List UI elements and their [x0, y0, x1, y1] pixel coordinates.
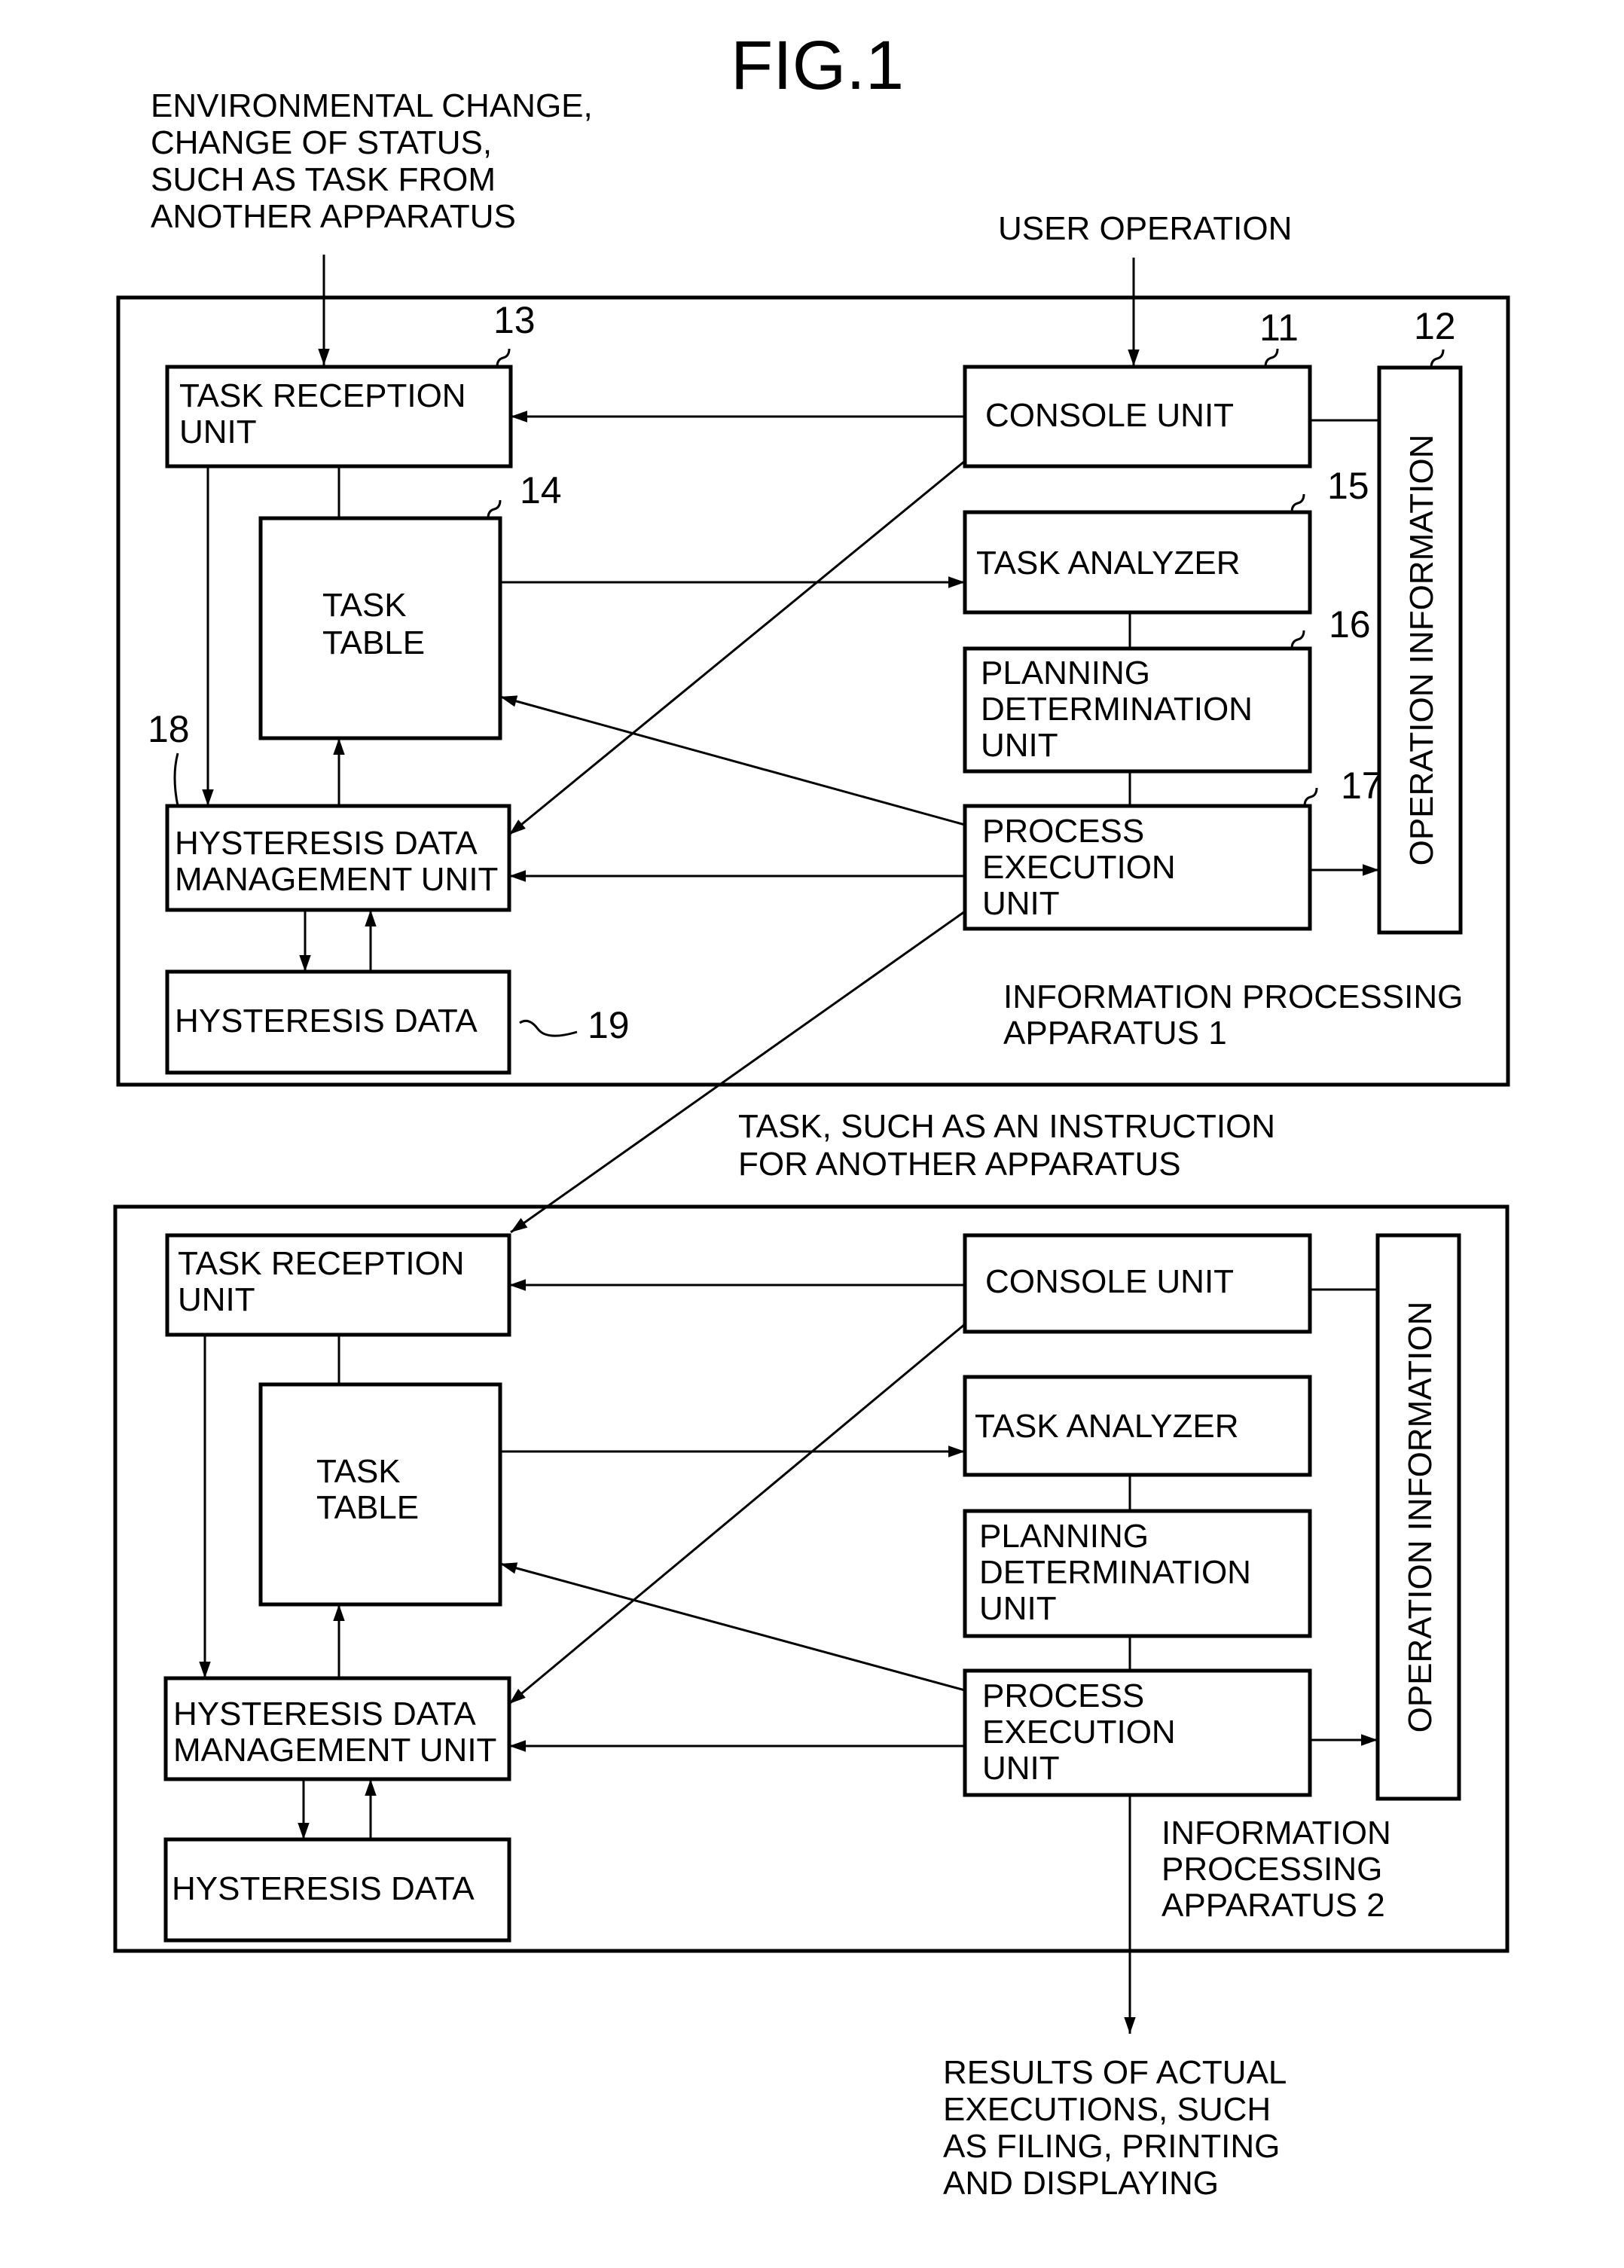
apparatus-1-name-line2: APPARATUS 1: [1003, 1015, 1227, 1052]
process-exec-2-line1: PROCESS: [982, 1677, 1144, 1714]
results-line-4: AND DISPLAYING: [943, 2165, 1219, 2202]
env-line-4: ANOTHER APPARATUS: [151, 198, 516, 235]
task-table-2-line1: TASK: [316, 1453, 401, 1490]
apparatus-2: TASK RECEPTION UNIT TASK TABLE HYSTERESI…: [113, 1204, 1510, 2034]
hysteresis-mgmt-1-line1: HYSTERESIS DATA: [175, 825, 478, 862]
ref-18-leader: [173, 752, 179, 807]
task-analyzer-2-label: TASK ANALYZER: [975, 1408, 1238, 1445]
operation-info-2-label: OPERATION INFORMATION: [1402, 1302, 1439, 1733]
task-analyzer-1-label: TASK ANALYZER: [976, 545, 1240, 581]
task-table-1-line1: TASK: [322, 587, 407, 624]
ref-19: 19: [588, 1004, 630, 1046]
apparatus-1-name-line1: INFORMATION PROCESSING: [1003, 978, 1463, 1015]
ref-15-leader: [1290, 493, 1305, 513]
apparatus-1: TASK RECEPTION UNIT TASK TABLE HYSTERESI…: [116, 255, 1510, 1234]
hysteresis-mgmt-2-line1: HYSTERESIS DATA: [173, 1696, 476, 1732]
results-line-2: EXECUTIONS, SUCH: [943, 2091, 1271, 2128]
console-to-hysteresis-mgmt-2: [508, 1323, 966, 1705]
ref-15: 15: [1327, 465, 1369, 507]
task-to-apparatus-2: [510, 910, 966, 1234]
apparatus-2-name-line3: APPARATUS 2: [1162, 1887, 1385, 1924]
process-exec-1-line3: UNIT: [982, 885, 1060, 922]
planning-1-line3: UNIT: [981, 727, 1058, 764]
env-line-1: ENVIRONMENTAL CHANGE,: [151, 87, 593, 124]
between-label-line1: TASK, SUCH AS AN INSTRUCTION: [738, 1108, 1275, 1145]
process-exec-2-line3: UNIT: [982, 1750, 1060, 1787]
planning-2-line3: UNIT: [979, 1590, 1057, 1627]
planning-2-line2: DETERMINATION: [979, 1554, 1251, 1591]
apparatus-2-name-line2: PROCESSING: [1162, 1851, 1382, 1888]
results-line-3: AS FILING, PRINTING: [943, 2128, 1280, 2165]
ref-16-leader: [1290, 630, 1305, 649]
console-2-label: CONSOLE UNIT: [985, 1263, 1234, 1300]
ref-11-leader: [1264, 348, 1279, 368]
process-exec-1-line2: EXECUTION: [982, 849, 1176, 886]
ref-17-leader: [1303, 787, 1318, 807]
hysteresis-data-2-label: HYSTERESIS DATA: [172, 1870, 475, 1907]
task-table-1-line2: TABLE: [322, 624, 425, 661]
user-operation-label: USER OPERATION: [998, 210, 1292, 247]
env-line-3: SUCH AS TASK FROM: [151, 161, 496, 198]
ref-13: 13: [493, 299, 536, 341]
hysteresis-data-1-label: HYSTERESIS DATA: [175, 1003, 478, 1039]
planning-1-line1: PLANNING: [981, 655, 1150, 691]
ref-12: 12: [1414, 305, 1456, 347]
ref-16: 16: [1329, 603, 1371, 646]
process-to-table-2: [499, 1562, 966, 1692]
between-label-line2: FOR ANOTHER APPARATUS: [738, 1146, 1181, 1183]
process-exec-2-line2: EXECUTION: [982, 1714, 1176, 1751]
apparatus-2-name-line1: INFORMATION: [1162, 1815, 1391, 1851]
ref-18: 18: [148, 708, 190, 750]
task-table-2-line2: TABLE: [316, 1489, 419, 1526]
results-line-1: RESULTS OF ACTUAL: [943, 2054, 1287, 2091]
task-reception-1-line2: UNIT: [179, 414, 257, 450]
task-reception-2-line1: TASK RECEPTION: [178, 1245, 465, 1282]
ref-11: 11: [1259, 307, 1299, 349]
ref-19-leader: [519, 1019, 578, 1037]
ref-12-leader: [1430, 349, 1445, 368]
ref-14-leader: [487, 499, 502, 519]
console-1-label: CONSOLE UNIT: [985, 397, 1234, 434]
process-to-table: [499, 695, 966, 826]
process-exec-1-line1: PROCESS: [982, 813, 1144, 850]
ref-13-leader: [496, 348, 511, 368]
planning-2-line1: PLANNING: [979, 1518, 1149, 1555]
ref-17: 17: [1341, 765, 1383, 807]
hysteresis-mgmt-1-line2: MANAGEMENT UNIT: [175, 861, 498, 898]
block-diagram: FIG.1 ENVIRONMENTAL CHANGE, CHANGE OF ST…: [113, 27, 1510, 2202]
task-reception-2-line2: UNIT: [178, 1281, 255, 1318]
environmental-change-label: ENVIRONMENTAL CHANGE, CHANGE OF STATUS, …: [151, 87, 593, 235]
task-reception-1-line1: TASK RECEPTION: [179, 377, 466, 414]
planning-1-line2: DETERMINATION: [981, 691, 1253, 728]
console-to-hysteresis-mgmt: [508, 459, 966, 836]
hysteresis-mgmt-2-line2: MANAGEMENT UNIT: [173, 1732, 496, 1769]
operation-info-1-label: OPERATION INFORMATION: [1403, 435, 1440, 866]
env-line-2: CHANGE OF STATUS,: [151, 124, 492, 161]
results-label: RESULTS OF ACTUAL EXECUTIONS, SUCH AS FI…: [943, 2054, 1287, 2202]
ref-14: 14: [520, 469, 562, 511]
figure-title: FIG.1: [731, 27, 904, 104]
